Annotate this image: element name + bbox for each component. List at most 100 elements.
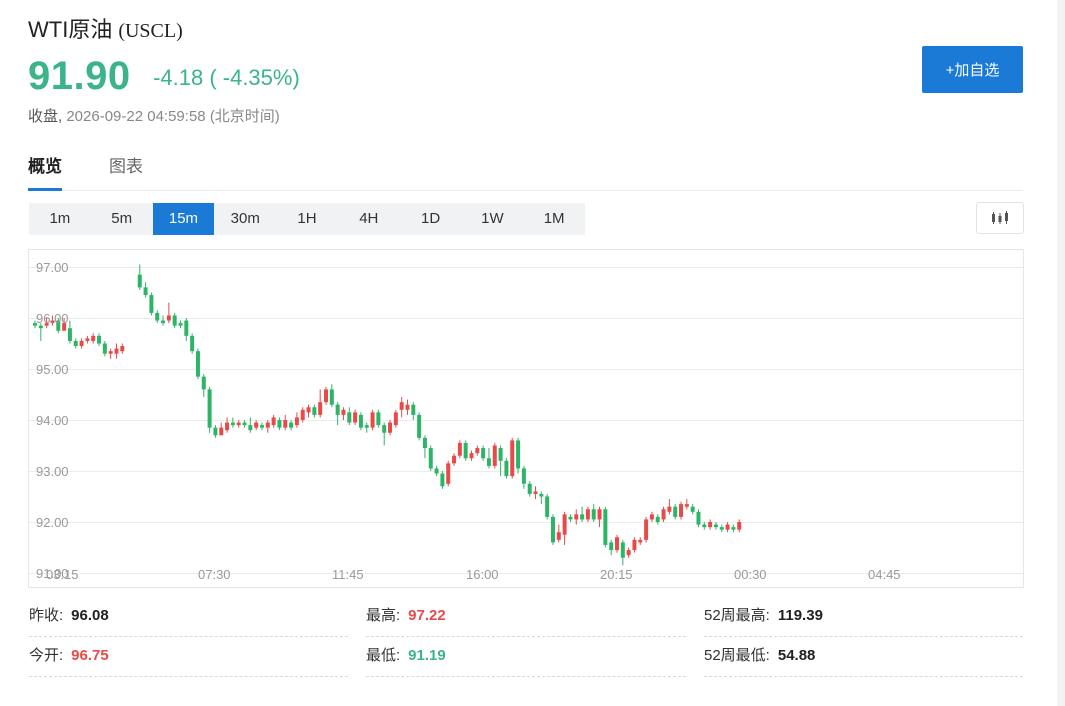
tab-chart[interactable]: 图表 [109, 152, 143, 188]
candle-body [667, 506, 672, 512]
candle-body [341, 409, 346, 415]
candle-body [556, 532, 561, 540]
candle-body [259, 425, 264, 428]
instrument-title: WTI原油 (USCL) [28, 12, 183, 44]
candle-body [417, 414, 422, 438]
candle-body [638, 539, 643, 543]
period-30m[interactable]: 30m [214, 203, 276, 235]
stat-value: 91.19 [408, 647, 446, 664]
candle-body [312, 407, 317, 415]
candle-body [306, 407, 311, 413]
candle-body [393, 412, 398, 426]
candle-body [172, 315, 177, 326]
candle-body [108, 351, 113, 354]
candle-body [236, 422, 241, 426]
candle-body [545, 496, 550, 517]
chart-type-button[interactable] [976, 202, 1024, 234]
candle-body [67, 328, 72, 341]
stat-value: 119.39 [777, 607, 823, 624]
candle-body [347, 412, 352, 423]
stat-prev-close: 昨收: 96.08 [29, 596, 348, 637]
stat-value: 97.22 [408, 607, 446, 624]
candle-body [475, 448, 480, 454]
candle-body [329, 389, 334, 405]
instrument-name: WTI原油 [28, 17, 113, 42]
period-1m[interactable]: 1m [29, 203, 91, 235]
market-status: 收盘, 2026-09-22 04:59:58 (北京时间) [28, 105, 280, 126]
stat-label: 昨收: [29, 607, 64, 624]
candle-body [580, 514, 585, 520]
stat-value: 96.08 [71, 607, 109, 624]
candle-body [696, 511, 701, 525]
candle-body [481, 448, 486, 459]
candle-body [335, 404, 340, 415]
y-tick-label: 92.00 [36, 515, 69, 530]
stat-label: 最高: [366, 607, 401, 624]
quote-timestamp: 2026-09-22 04:59:58 [66, 108, 206, 125]
candle-body [213, 427, 218, 436]
add-watchlist-button[interactable]: +加自选 [922, 46, 1023, 93]
last-price: 91.90 [28, 54, 131, 98]
period-1w[interactable]: 1W [461, 203, 523, 235]
candle-body [73, 340, 78, 347]
candle-body [91, 335, 96, 341]
candle-body [661, 509, 666, 520]
candle-body [149, 295, 154, 313]
candle-body [516, 440, 521, 469]
period-1mo[interactable]: 1M [523, 203, 585, 235]
period-4h[interactable]: 4H [338, 203, 400, 235]
candle-body [137, 274, 142, 288]
candle-body [248, 425, 253, 431]
candle-body [190, 335, 195, 352]
candle-body [649, 514, 654, 520]
candle-body [446, 463, 451, 484]
period-1d[interactable]: 1D [400, 203, 462, 235]
candle-body [469, 453, 474, 459]
candle-body [114, 348, 119, 354]
x-tick-label: 04:45 [868, 567, 901, 582]
candle-body [615, 537, 619, 551]
y-tick-label: 96.00 [36, 311, 69, 326]
candle-body [463, 442, 468, 459]
candle-body [388, 422, 393, 433]
candle-body [702, 524, 707, 528]
candle-body [201, 376, 206, 390]
chart-canvas: 97.0096.0095.0094.0093.0092.0091.0003:15… [29, 260, 1023, 582]
candle-body [294, 417, 299, 426]
candle-body [254, 422, 259, 428]
candle-body [376, 412, 381, 426]
candle-body [504, 460, 509, 477]
candle-body [585, 509, 590, 520]
period-1h[interactable]: 1H [276, 203, 338, 235]
candle-body [568, 516, 573, 520]
candle-body [370, 412, 375, 428]
candle-body [457, 442, 462, 456]
candle-body [731, 527, 736, 530]
candle-body [155, 312, 160, 321]
candle-body [102, 343, 107, 354]
y-tick-label: 97.00 [36, 260, 69, 275]
page-scrollbar-track [1057, 0, 1065, 706]
period-15m[interactable]: 15m [152, 203, 215, 235]
candle-body [708, 522, 713, 528]
stat-value: 54.88 [777, 647, 816, 664]
candle-body [725, 524, 730, 530]
candle-body [690, 506, 695, 512]
candle-body [498, 448, 503, 461]
candle-body [353, 412, 358, 423]
timezone-note: (北京时间) [209, 108, 280, 125]
candle-body [318, 402, 323, 415]
candle-body [486, 458, 491, 466]
candle-body [521, 468, 526, 484]
candle-body [562, 514, 567, 535]
candle-body [166, 315, 171, 321]
x-tick-label: 00:30 [734, 567, 767, 582]
period-5m[interactable]: 5m [91, 203, 153, 235]
candle-body [38, 325, 43, 329]
candle-body [97, 335, 102, 344]
x-tick-label: 11:45 [332, 567, 364, 582]
candle-body [737, 522, 742, 530]
candle-body [178, 323, 183, 326]
candle-body [358, 414, 363, 428]
tab-overview[interactable]: 概览 [28, 152, 62, 191]
